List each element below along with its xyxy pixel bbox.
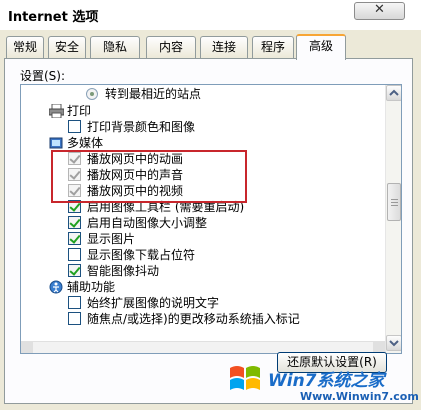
list-item-label: 播放网页中的视频 <box>87 184 184 198</box>
watermark: Win7系统之家 Www.Winwin7.com <box>226 360 421 410</box>
vertical-scrollbar[interactable] <box>385 85 401 353</box>
list-item-label: 播放网页中的声音 <box>87 168 184 182</box>
category-label: 多媒体 <box>67 136 104 150</box>
radio-button[interactable] <box>86 88 98 100</box>
checkbox[interactable] <box>68 168 81 181</box>
list-item-label: 显示图片 <box>87 232 136 246</box>
list-item-label: 播放网页中的动画 <box>87 152 184 166</box>
checkbox[interactable] <box>68 184 81 197</box>
title-bar: Internet 选项 ✕ <box>0 0 421 30</box>
settings-label: 设置(S): <box>20 69 66 83</box>
tab-security[interactable]: 安全 <box>48 36 86 58</box>
checkbox[interactable] <box>68 296 81 309</box>
chevron-up-icon <box>389 89 399 96</box>
accessibility-icon <box>49 280 63 294</box>
list-item-label: 始终扩展图像的说明文字 <box>87 296 220 310</box>
category-label: 打印 <box>67 104 92 118</box>
close-icon: ✕ <box>374 2 385 17</box>
list-item-label: 显示图像下载占位符 <box>87 248 196 262</box>
watermark-brand: Win7系统之家 <box>268 371 385 391</box>
tab-privacy[interactable]: 隐私 <box>90 36 140 58</box>
window-title: Internet 选项 <box>8 10 99 25</box>
tab-content[interactable]: 内容 <box>146 36 196 58</box>
list-item-label: 打印背景颜色和图像 <box>87 120 196 134</box>
settings-list[interactable]: 转到最相近的站点 打印 打印背景颜色和图像 多媒体 播放网页中的动画 播放网页中… <box>20 84 402 354</box>
category-label: 辅助功能 <box>67 280 116 294</box>
scroll-up-button[interactable] <box>386 85 401 101</box>
list-item-label: 启用图像工具栏 (需要重启动) <box>87 200 245 214</box>
checkbox[interactable] <box>68 264 81 277</box>
checkbox[interactable] <box>68 200 81 213</box>
tab-programs[interactable]: 程序 <box>252 36 294 58</box>
watermark-url: Www.Winwin7.com <box>300 390 419 403</box>
checkbox[interactable] <box>68 216 81 229</box>
tab-general[interactable]: 常规 <box>6 36 44 58</box>
tab-connections[interactable]: 连接 <box>200 36 248 58</box>
windows-logo-icon <box>230 366 260 390</box>
tab-advanced[interactable]: 高级 <box>296 34 346 60</box>
checkbox[interactable] <box>68 312 81 325</box>
close-button[interactable]: ✕ <box>354 2 405 20</box>
multimedia-icon <box>49 137 63 149</box>
list-item-label: 智能图像抖动 <box>87 264 160 278</box>
chevron-down-icon <box>389 340 399 347</box>
checkbox[interactable] <box>68 120 81 133</box>
printer-icon <box>49 104 64 118</box>
list-item-label: 随焦点/或选择)的更改移动系统插入标记 <box>87 312 300 326</box>
scroll-thumb[interactable] <box>387 183 401 221</box>
checkbox[interactable] <box>68 232 81 245</box>
checkbox[interactable] <box>68 152 81 165</box>
checkbox[interactable] <box>68 248 81 261</box>
list-item-label: 启用自动图像大小调整 <box>87 216 208 230</box>
list-item-label: 转到最相近的站点 <box>105 87 202 101</box>
advanced-panel: 设置(S): 转到最相近的站点 打印 打印背景颜色和图像 多媒体 播放网页中的动… <box>4 58 413 404</box>
scroll-left-button[interactable] <box>21 342 33 353</box>
scroll-down-button[interactable] <box>386 335 401 351</box>
